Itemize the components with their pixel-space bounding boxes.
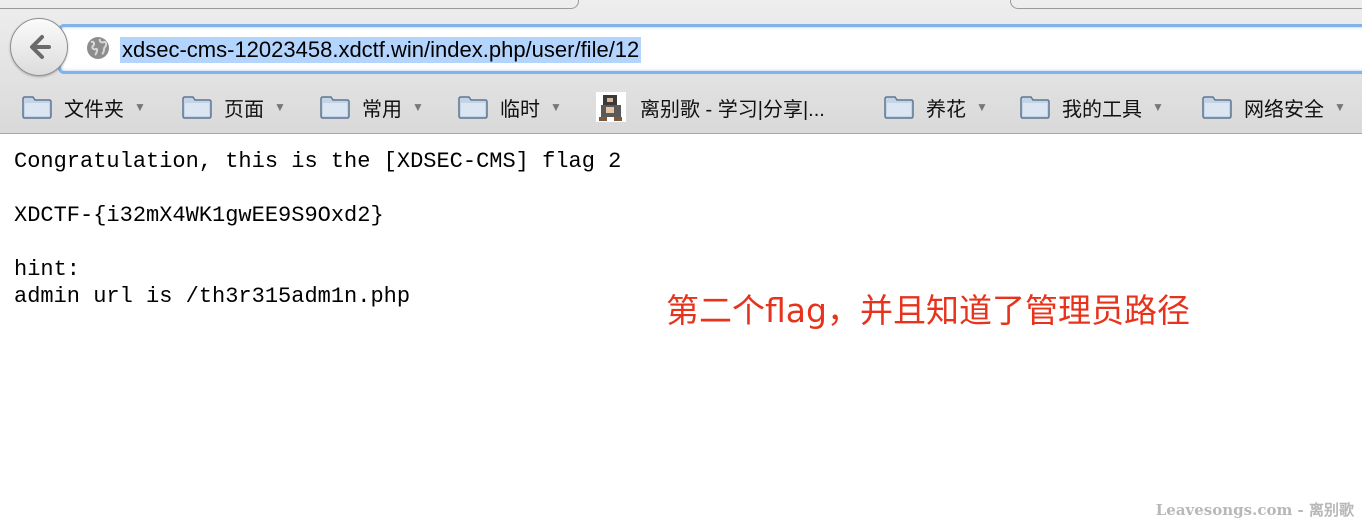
bookmark-label: 网络安全 [1244,98,1324,121]
tab-right[interactable] [1010,0,1362,9]
folder-icon [1202,96,1232,119]
bookmark-folder-wenjianjia[interactable]: 文件夹 ▼ [22,92,146,122]
chevron-down-icon: ▼ [550,100,562,114]
flag-text: XDCTF-{i32mX4WK1gwEE9S9Oxd2} [14,203,384,228]
bookmark-site-leavesongs[interactable]: 离别歌 - 学习|分享|... [596,92,825,122]
bookmark-folder-linshi[interactable]: 临时 ▼ [458,92,562,122]
folder-icon [320,96,350,119]
bookmark-label: 我的工具 [1062,98,1142,121]
bookmark-folder-wangluoanquan[interactable]: 网络安全 ▼ [1202,92,1346,122]
bookmark-label: 页面 [224,98,264,121]
url-text[interactable]: xdsec-cms-12023458.xdctf.win/index.php/u… [120,37,642,63]
congratulation-text: Congratulation, this is the [XDSEC-CMS] … [14,149,622,174]
folder-icon [182,96,212,119]
navigation-bar: xdsec-cms-12023458.xdctf.win/index.php/u… [0,14,1362,82]
tab-strip [0,0,1362,10]
bookmark-label: 文件夹 [64,98,124,121]
bookmark-folder-yanghua[interactable]: 养花 ▼ [884,92,988,122]
hint-label: hint: [14,257,81,282]
chevron-down-icon: ▼ [1152,100,1164,114]
folder-icon [458,96,488,119]
chevron-down-icon: ▼ [134,100,146,114]
bookmark-folder-yemian[interactable]: 页面 ▼ [182,92,286,122]
annotation-text: 第二个flag，并且知道了管理员路径 [666,291,1190,330]
folder-icon [22,96,52,119]
chevron-down-icon: ▼ [976,100,988,114]
browser-chrome: xdsec-cms-12023458.xdctf.win/index.php/u… [0,0,1362,134]
chevron-down-icon: ▼ [274,100,286,114]
folder-icon [884,96,914,119]
folder-icon [1020,96,1050,119]
bookmarks-toolbar: 文件夹 ▼ 页面 ▼ 常用 ▼ 临时 ▼ 离别歌 - 学习|分享|... 养花 … [0,84,1362,130]
globe-icon [87,37,109,59]
bookmark-label: 离别歌 - 学习|分享|... [640,98,825,121]
back-arrow-icon [30,35,51,59]
bookmark-label: 临时 [500,98,540,121]
bookmark-folder-wodegongju[interactable]: 我的工具 ▼ [1020,92,1164,122]
bookmark-label: 常用 [362,98,402,121]
bookmark-folder-changyong[interactable]: 常用 ▼ [320,92,424,122]
chevron-down-icon: ▼ [412,100,424,114]
tab-left[interactable] [0,0,579,9]
bookmark-label: 养花 [926,98,966,121]
back-button[interactable] [10,18,68,76]
watermark: Leavesongs.com - 离别歌 [1155,501,1354,519]
admin-url-text: admin url is /th3r315adm1n.php [14,284,411,309]
site-favicon-icon [596,92,626,122]
chevron-down-icon: ▼ [1334,100,1346,114]
